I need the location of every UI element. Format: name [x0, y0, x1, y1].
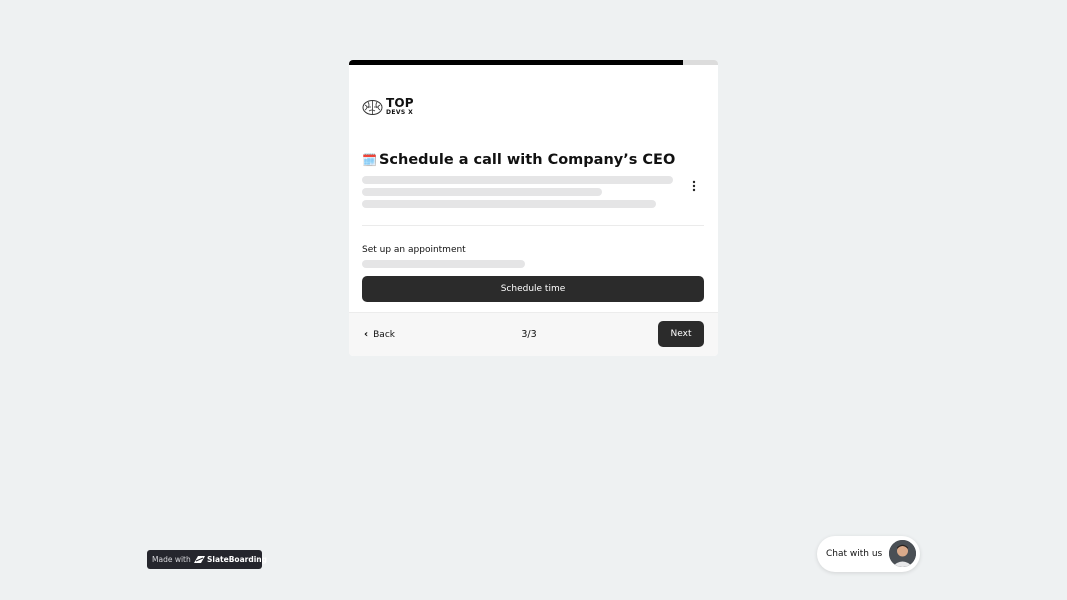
page-title: 🗓️ Schedule a call with Company’s CEO [362, 150, 702, 170]
company-logo: TOP DEVS X [362, 96, 414, 118]
slateboarding-logo-icon [194, 556, 205, 563]
logo-text: TOP [386, 96, 414, 110]
card-footer: ‹ Back 3/3 Next [349, 312, 718, 356]
made-with-label: Made with [152, 555, 191, 564]
back-label: Back [373, 330, 395, 340]
description-skeleton-line [362, 188, 602, 196]
step-counter: 3/3 [521, 329, 537, 340]
next-button[interactable]: Next [658, 321, 704, 347]
brain-icon [362, 100, 383, 115]
schedule-time-button[interactable]: Schedule time [362, 276, 704, 302]
appointment-skeleton-line [362, 260, 525, 268]
onboarding-card: TOP DEVS X 🗓️ Schedule a call with Compan… [349, 60, 718, 356]
section-divider [362, 225, 704, 226]
chat-widget[interactable]: Chat with us [817, 536, 920, 572]
calendar-icon: 🗓️ [362, 153, 377, 167]
chevron-left-icon: ‹ [364, 329, 369, 340]
appointment-label: Set up an appointment [362, 245, 466, 255]
avatar-icon [889, 540, 916, 567]
back-button[interactable]: ‹ Back [364, 328, 395, 342]
description-skeleton-line [362, 176, 673, 184]
chat-label: Chat with us [826, 549, 883, 559]
progress-bar [349, 60, 718, 65]
brand-name: SlateBoarding [207, 555, 267, 564]
page-title-text: Schedule a call with Company’s CEO [378, 152, 676, 168]
progress-bar-fill [349, 60, 683, 65]
logo-subtext: DEVS X [386, 109, 414, 116]
made-with-badge[interactable]: Made with SlateBoarding [147, 550, 267, 569]
kebab-menu-icon[interactable] [688, 180, 700, 194]
description-skeleton-line [362, 200, 656, 208]
